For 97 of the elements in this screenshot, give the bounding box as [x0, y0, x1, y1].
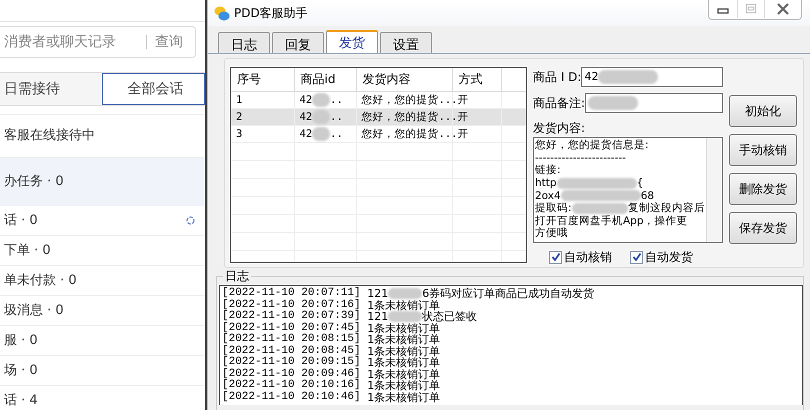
action-button[interactable]: 手动核销: [729, 134, 797, 166]
tab[interactable]: 日需接待: [0, 73, 102, 105]
note-field[interactable]: [585, 93, 723, 113]
text-line: 2ox4: [535, 190, 561, 202]
text-line: 提取码:: [535, 202, 572, 214]
table-cell-text: ..: [330, 110, 343, 124]
list-item[interactable]: 圾消息 · 0: [0, 296, 205, 326]
table-cell-text: ..: [330, 126, 343, 142]
blurred-patch: [588, 96, 638, 110]
table-cell-text: ..: [330, 92, 343, 108]
text-line: http: [535, 177, 557, 190]
blurred-patch: [572, 202, 628, 214]
log-time: [2022-11-10 20:07:45]: [222, 322, 362, 334]
log-text: 6券码对应订单商品已成功自动发货: [422, 288, 594, 300]
id-field[interactable]: 42: [581, 67, 723, 87]
action-button[interactable]: 初始化: [729, 95, 797, 127]
table-row[interactable]: 2 42 .. 您好，您的提货...开: [231, 108, 526, 125]
log-text: 1条未核销订单: [367, 346, 440, 357]
table-cell: 1: [231, 91, 294, 108]
text-line: 复制这段内容后: [628, 202, 705, 214]
list-item[interactable]: 下单 · 0: [0, 236, 205, 266]
blurred-patch: [312, 110, 330, 124]
list-item[interactable]: 办任务 · 0: [0, 158, 205, 206]
tab[interactable]: 全部会话: [102, 73, 205, 105]
table-cell: 2: [231, 108, 294, 125]
table-cell-text: 42: [300, 110, 312, 124]
column-header[interactable]: 序号: [231, 68, 294, 91]
log-text: 1条未核销订单: [367, 300, 440, 311]
log-time: [2022-11-10 20:10:16]: [222, 380, 362, 391]
window-title: PDD客服助手: [234, 5, 308, 22]
table-cell-text: 42: [300, 126, 312, 142]
text-line: {: [636, 177, 644, 190]
log-text: 1条未核销订单: [367, 368, 440, 380]
table-cell: 开: [452, 108, 501, 125]
log-text: 1条未核销订单: [367, 380, 440, 392]
list-item[interactable]: 话 · 0: [0, 206, 205, 236]
tab[interactable]: 发货: [326, 30, 378, 53]
table-cell: 3: [231, 125, 294, 142]
log-time: [2022-11-10 20:07:11]: [222, 288, 362, 299]
tab[interactable]: 回复: [272, 32, 324, 53]
text-line: 您好，您的提货信息是:: [535, 139, 649, 152]
table-row[interactable]: 1 42 .. 您好，您的提货...开: [231, 91, 526, 108]
tab[interactable]: 日志: [218, 32, 270, 53]
list-item[interactable]: 场 · 0: [0, 356, 205, 386]
checkbox[interactable]: 自动发货: [630, 248, 693, 266]
search-button[interactable]: 查询: [146, 35, 191, 49]
list-item[interactable]: 单未付款 · 0: [0, 266, 205, 296]
refresh-icon[interactable]: [186, 216, 195, 225]
check-icon: [632, 252, 642, 262]
log-time: [2022-11-10 20:07:39]: [222, 311, 362, 322]
blurred-patch: [598, 70, 658, 84]
blurred-patch: [312, 126, 330, 141]
table-row[interactable]: 3 42 .. 您好，您的提货...开: [231, 125, 526, 142]
action-button[interactable]: 保存发货: [729, 212, 797, 244]
group-title: 日志: [223, 269, 251, 283]
check-icon: [550, 252, 560, 262]
content-textarea[interactable]: 您好，您的提货信息是: ------------------------ 链接: http { 2ox4 68 提取码: 复制这段内容后 打开百度网盘手机App，操作更 方便哦: [533, 137, 723, 243]
search-placeholder: 消费者或聊天记录: [3, 32, 117, 52]
log-time: [2022-11-10 20:09:46]: [222, 368, 362, 380]
log-text: 1条未核销订单: [367, 392, 440, 403]
log-text: 1条未核销订单: [367, 357, 440, 368]
table-cell: 开: [452, 125, 501, 142]
column-header[interactable]: 商品id: [294, 68, 356, 91]
log-time: [2022-11-10 20:09:15]: [222, 357, 362, 368]
field-label: 发货内容:: [533, 120, 586, 137]
field-value: 42: [584, 68, 598, 85]
tab[interactable]: 设置: [380, 32, 432, 53]
app-icon: [214, 5, 230, 21]
log-text: 1条未核销订单: [367, 334, 440, 346]
action-button[interactable]: 删除发货: [729, 173, 797, 205]
field-label: 商品 I D:: [533, 69, 582, 86]
blurred-patch: [388, 288, 422, 300]
log-text: 1条未核销订单: [367, 322, 440, 334]
search-field[interactable]: 消费者或聊天记录 查询: [0, 26, 196, 58]
text-line: 68: [640, 190, 654, 202]
log-text: 121: [367, 311, 388, 322]
column-header[interactable]: 方式: [452, 68, 501, 91]
table-cell-text: 42: [300, 92, 312, 108]
list-item[interactable]: 话 · 4: [0, 386, 205, 410]
log-text: 121: [367, 288, 388, 300]
log-time: [2022-11-10 20:08:45]: [222, 346, 362, 356]
checkbox[interactable]: 自动核销: [549, 248, 612, 266]
text-line: 打开百度网盘手机App，操作更: [535, 214, 688, 227]
table-cell: 开: [452, 91, 501, 108]
log-time: [2022-11-10 20:08:15]: [222, 334, 362, 345]
log-time: [2022-11-10 20:10:46]: [222, 392, 362, 403]
blurred-patch: [312, 92, 330, 107]
blurred-patch: [388, 311, 422, 322]
column-header[interactable]: 发货内容: [356, 68, 452, 91]
log-time: [2022-11-10 20:07:16]: [222, 300, 362, 310]
text-line: 方便哦: [535, 227, 568, 240]
scrollbar[interactable]: [706, 138, 722, 242]
text-line: 链接:: [535, 164, 561, 176]
field-label: 商品备注:: [533, 95, 586, 112]
list-item[interactable]: 服 · 0: [0, 326, 205, 356]
log-text: 状态已签收: [422, 311, 478, 322]
text-line: ------------------------: [535, 152, 626, 164]
